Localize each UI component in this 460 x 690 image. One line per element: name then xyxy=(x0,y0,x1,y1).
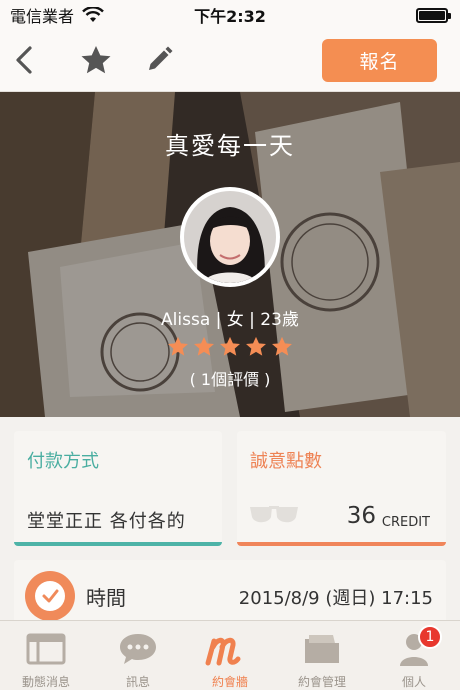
tab-dating-management[interactable]: 約會管理 xyxy=(276,621,368,690)
host-avatar[interactable] xyxy=(180,187,280,287)
host-photo xyxy=(184,191,276,283)
edit-button[interactable] xyxy=(141,42,177,78)
host-info[interactable]: Alissa | 女 | 23歲 xyxy=(0,305,460,330)
tab-label: 約會管理 xyxy=(297,675,346,689)
m-logo-icon xyxy=(205,637,241,666)
payment-method-card: 付款方式 堂堂正正 各付各的 xyxy=(14,431,222,546)
folder-icon xyxy=(305,635,339,663)
time-value: 2015/8/9 (週日) 17:15 xyxy=(238,588,433,609)
pencil-icon xyxy=(149,46,173,70)
payment-method-title: 付款方式 xyxy=(27,451,99,472)
favorite-button[interactable] xyxy=(78,42,114,78)
battery-icon xyxy=(416,8,451,23)
tab-dating-wall[interactable]: 約會牆 xyxy=(184,621,276,690)
tab-label: 訊息 xyxy=(125,675,150,689)
rating-star-icon xyxy=(220,336,240,356)
carrier-label: 電信業者 xyxy=(10,7,75,26)
wifi-icon xyxy=(82,7,104,22)
rating-star-icon xyxy=(246,336,266,356)
tab-label: 動態消息 xyxy=(21,675,70,689)
navigation-bar: 報名 xyxy=(0,30,460,92)
chat-bubble-icon xyxy=(120,634,156,664)
time-label: 時間 xyxy=(86,586,126,610)
credit-value: 36 xyxy=(346,503,376,529)
review-count[interactable]: ( 1個評價 ) xyxy=(0,366,460,390)
tab-personal[interactable]: 1 個人 xyxy=(368,621,460,690)
notification-badge: 1 xyxy=(418,625,442,649)
back-button[interactable] xyxy=(6,42,42,78)
tab-messages[interactable]: 訊息 xyxy=(92,621,184,690)
payment-method-value: 堂堂正正 各付各的 xyxy=(27,511,186,532)
rating-star-icon xyxy=(272,336,292,356)
event-time-row: 時間 2015/8/9 (週日) 17:15 xyxy=(14,560,446,624)
sincerity-points-title: 誠意點數 xyxy=(250,451,322,472)
event-hero: 真愛每一天 Alissa | 女 | 23歲 ( 1個評價 ) xyxy=(0,92,460,417)
clock-icon xyxy=(25,571,75,621)
tab-label: 約會牆 xyxy=(211,675,248,689)
event-title: 真愛每一天 xyxy=(165,132,295,160)
rating-star-icon xyxy=(168,336,188,356)
credit-unit: CREDIT xyxy=(381,515,430,530)
sunglasses-icon xyxy=(250,506,298,523)
chevron-left-icon xyxy=(16,46,32,74)
star-icon xyxy=(81,46,111,74)
signup-button[interactable]: 報名 xyxy=(322,39,437,82)
tab-news-feed[interactable]: 動態消息 xyxy=(0,621,92,690)
sincerity-points-card: 誠意點數 36 CREDIT xyxy=(237,431,446,546)
tab-bar: 動態消息 訊息 約會牆 約會管理 1 個人 xyxy=(0,620,460,690)
host-rating xyxy=(0,336,460,357)
news-feed-icon xyxy=(26,633,66,665)
tab-label: 個人 xyxy=(401,675,426,689)
rating-star-icon xyxy=(194,336,214,356)
status-bar: 電信業者 下午2:32 xyxy=(0,0,460,30)
